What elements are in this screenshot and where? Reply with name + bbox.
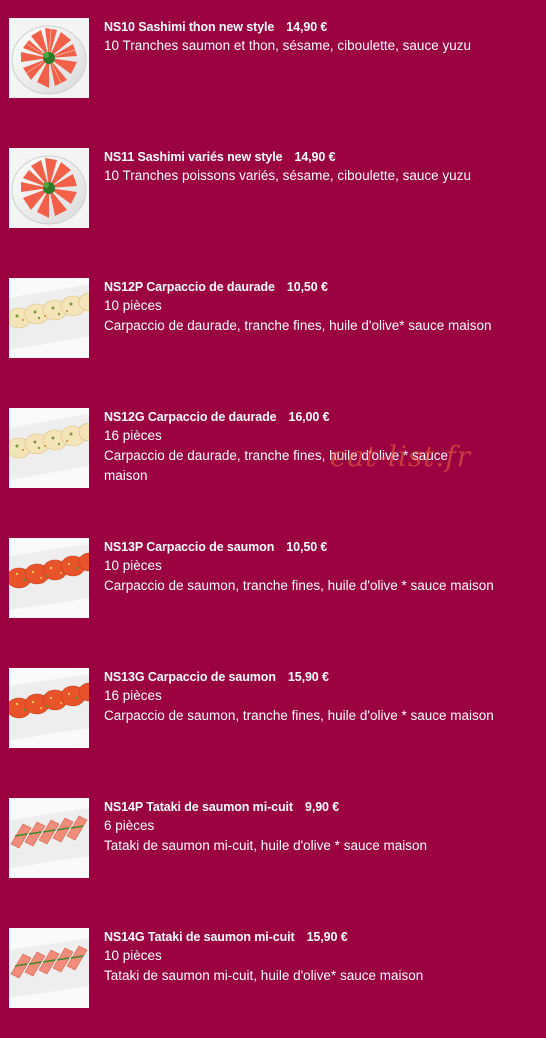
menu-item: NS12G Carpaccio de daurade 16,00 € 16 piè… bbox=[0, 408, 546, 518]
dish-portion: 16 pièces bbox=[104, 428, 162, 443]
dish-portion: 6 pièces bbox=[104, 818, 155, 833]
dish-price: 15,90 € bbox=[306, 930, 348, 944]
dish-title: NS14P Tataki de saumon mi-cuit bbox=[104, 800, 293, 814]
dish-price: 9,90 € bbox=[304, 800, 340, 814]
dish-title-line: NS11 Sashimi variés new style 14,90 € bbox=[104, 148, 542, 166]
menu-item: NS12P Carpaccio de daurade 10,50 € 10 piè… bbox=[0, 278, 546, 388]
dish-title-line: NS14P Tataki de saumon mi-cuit 9,90 € bbox=[104, 798, 542, 816]
tataki-icon bbox=[9, 798, 89, 878]
dish-description: Carpaccio de daurade, tranche fines, hui… bbox=[104, 318, 492, 333]
dish-title-line: NS12G Carpaccio de daurade 16,00 € bbox=[104, 408, 542, 426]
dish-title: NS14G Tataki de saumon mi-cuit bbox=[104, 930, 295, 944]
dish-title: NS13G Carpaccio de saumon bbox=[104, 670, 276, 684]
dish-price: 14,90 € bbox=[294, 150, 336, 164]
dish-title: NS12P Carpaccio de daurade bbox=[104, 280, 275, 294]
dish-price: 16,00 € bbox=[288, 410, 330, 424]
dish-title-line: NS13G Carpaccio de saumon 15,90 € bbox=[104, 668, 542, 686]
sashimi-plate-icon bbox=[9, 18, 89, 98]
menu-item: NS14P Tataki de saumon mi-cuit 9,90 € 6 p… bbox=[0, 798, 546, 908]
dish-portion: 10 pièces bbox=[104, 558, 162, 573]
dish-description: Tataki de saumon mi-cuit, huile d'olive … bbox=[104, 838, 427, 853]
menu-item: NS13G Carpaccio de saumon 15,90 € 16 pièc… bbox=[0, 668, 546, 778]
dish-portion: 10 pièces bbox=[104, 948, 162, 963]
dish-description: Carpaccio de saumon, tranche fines, huil… bbox=[104, 578, 494, 593]
dish-title: NS13P Carpaccio de saumon bbox=[104, 540, 275, 554]
dish-title-line: NS13P Carpaccio de saumon 10,50 € bbox=[104, 538, 542, 556]
dish-title: NS11 Sashimi variés new style bbox=[104, 150, 283, 164]
menu-item: NS10 Sashimi thon new style 14,90 € 10 Tr… bbox=[0, 18, 546, 128]
dish-portion: 10 pièces bbox=[104, 298, 162, 313]
dish-description: 10 Tranches saumon et thon, sésame, cibo… bbox=[104, 38, 471, 53]
dish-price: 14,90 € bbox=[286, 20, 328, 34]
dish-description: Tataki de saumon mi-cuit, huile d'olive*… bbox=[104, 968, 424, 983]
menu-item: NS13P Carpaccio de saumon 10,50 € 10 pièc… bbox=[0, 538, 546, 648]
tataki-icon bbox=[9, 928, 89, 1008]
dish-title: NS12G Carpaccio de daurade bbox=[104, 410, 277, 424]
saumon-carpaccio-icon bbox=[9, 668, 89, 748]
dish-price: 10,50 € bbox=[286, 540, 328, 554]
dish-price: 15,90 € bbox=[287, 670, 329, 684]
dish-portion: 16 pièces bbox=[104, 688, 162, 703]
dish-price: 10,50 € bbox=[286, 280, 328, 294]
dish-title-line: NS12P Carpaccio de daurade 10,50 € bbox=[104, 278, 542, 296]
daurade-carpaccio-icon bbox=[9, 278, 89, 358]
dish-title: NS10 Sashimi thon new style bbox=[104, 20, 275, 34]
daurade-carpaccio-icon bbox=[9, 408, 89, 488]
dish-description: Carpaccio de saumon, tranche fines, huil… bbox=[104, 708, 494, 723]
dish-title-line: NS14G Tataki de saumon mi-cuit 15,90 € bbox=[104, 928, 542, 946]
menu-item: NS11 Sashimi variés new style 14,90 € 10 … bbox=[0, 148, 546, 258]
menu-item: NS14G Tataki de saumon mi-cuit 15,90 € 10… bbox=[0, 928, 546, 1038]
dish-description-cont: maison bbox=[104, 468, 148, 483]
dish-description: 10 Tranches poissons variés, sésame, cib… bbox=[104, 168, 471, 183]
dish-title-line: NS10 Sashimi thon new style 14,90 € bbox=[104, 18, 542, 36]
dish-description: Carpaccio de daurade, tranche fines, hui… bbox=[104, 448, 449, 463]
sashimi-plate-icon bbox=[9, 148, 89, 228]
saumon-carpaccio-icon bbox=[9, 538, 89, 618]
